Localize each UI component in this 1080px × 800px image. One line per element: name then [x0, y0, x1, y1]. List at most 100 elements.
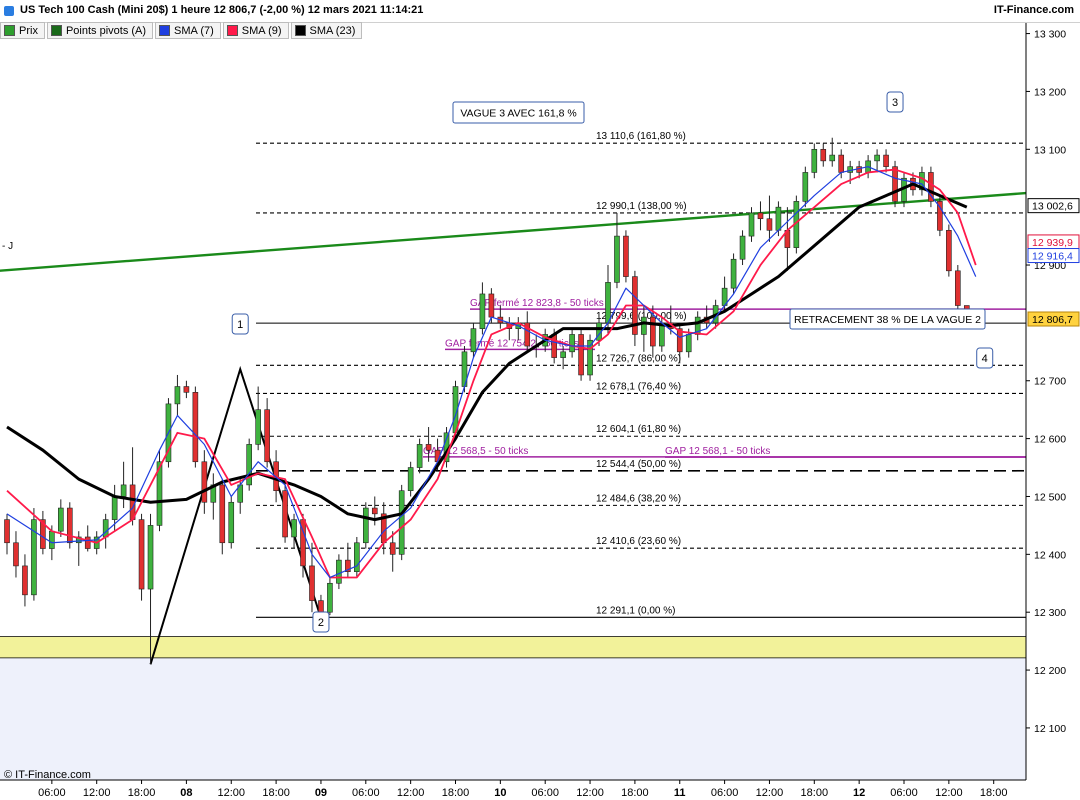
candle-down: [282, 490, 288, 538]
x-tick-label: 18:00: [621, 787, 649, 799]
x-tick-label: 11: [674, 787, 686, 799]
legend-item-pivot-points[interactable]: Points pivots (A): [46, 22, 154, 39]
wave-label: 4: [982, 353, 988, 365]
candle-down: [883, 154, 889, 167]
price-tag-label: 12 806,7: [1032, 314, 1073, 326]
legend-swatch-icon: [226, 25, 238, 36]
candle-down: [892, 166, 898, 202]
x-tick-label: 06:00: [890, 787, 918, 799]
candle-up: [479, 293, 486, 329]
y-tick-label: 12 100: [1034, 723, 1066, 735]
candle-up: [58, 507, 64, 532]
y-tick-label: 12 200: [1034, 665, 1066, 677]
fib-level-label: 12 484,6 (38,20 %): [596, 493, 681, 504]
x-tick-label: 12:00: [83, 787, 111, 799]
legend-item-sma-7[interactable]: SMA (7): [155, 22, 221, 39]
candle-down: [488, 293, 495, 318]
candle-up: [605, 282, 611, 324]
x-tick-label: 18:00: [801, 787, 829, 799]
annotation-wave-3: VAGUE 3 AVEC 161,8 %: [460, 108, 576, 120]
candle-down: [623, 235, 629, 277]
candle-up: [748, 212, 755, 237]
candle-up: [354, 542, 360, 572]
candle-down: [578, 334, 584, 376]
fib-level-label: 12 604,1 (61,80 %): [596, 424, 681, 435]
candle-up: [102, 519, 109, 538]
price-chart[interactable]: 13 110,6 (161,80 %) 12 990,1 (138,00 %) 12…: [0, 0, 1080, 800]
candle-down: [138, 519, 145, 590]
candle-up: [327, 582, 333, 613]
copyright-label: © IT-Finance.com: [4, 769, 91, 781]
x-tick-label: 08: [180, 787, 192, 799]
legend-swatch-icon: [50, 25, 62, 36]
y-tick-label: 12 300: [1034, 607, 1066, 619]
candle-down: [838, 154, 845, 173]
candle-up: [255, 409, 261, 445]
wave-label: 1: [237, 319, 243, 331]
x-tick-label: 12:00: [935, 787, 963, 799]
candle-up: [336, 559, 342, 584]
candle-up: [560, 351, 566, 358]
legend-item-sma-23[interactable]: SMA (23): [290, 22, 363, 39]
chart-header: US Tech 100 Cash (Mini 20$) 1 heure 12 8…: [0, 0, 1080, 23]
candle-down: [192, 392, 199, 463]
x-tick-label: 18:00: [442, 787, 470, 799]
chart-title: US Tech 100 Cash (Mini 20$) 1 heure 12 8…: [20, 4, 424, 16]
candle-down: [66, 507, 73, 544]
candle-up: [614, 235, 620, 283]
price-tag-label: 12 939,9: [1032, 237, 1073, 249]
candle-down: [650, 316, 656, 347]
candle-down: [551, 334, 557, 358]
legend-swatch-icon: [294, 25, 306, 36]
candle-down: [371, 507, 378, 515]
legend-item-price[interactable]: Prix: [0, 22, 45, 39]
candle-down: [201, 461, 208, 503]
fib-level-label: 12 291,1 (0,00 %): [596, 605, 676, 616]
lower-shade: [0, 657, 1026, 780]
x-tick-label: 18:00: [128, 787, 156, 799]
candle-down: [13, 542, 19, 567]
left-marker: - J: [2, 241, 13, 252]
candle-up: [569, 334, 575, 353]
fib-level-label: 13 110,6 (161,80 %): [596, 131, 686, 142]
x-tick-label: 06:00: [352, 787, 380, 799]
chart-window: 13 110,6 (161,80 %) 12 990,1 (138,00 %) 12…: [0, 0, 1080, 800]
candle-up: [111, 496, 118, 520]
candle-up: [174, 386, 181, 405]
candle-up: [416, 444, 423, 468]
candle-down: [766, 218, 773, 231]
x-tick-label: 12:00: [756, 787, 784, 799]
y-tick-label: 12 600: [1034, 434, 1066, 446]
y-tick-label: 12 500: [1034, 491, 1066, 503]
flag-icon: [4, 6, 14, 16]
candle-up: [362, 507, 369, 544]
x-tick-label: 09: [315, 787, 327, 799]
price-tag-label: 13 002,6: [1032, 201, 1073, 213]
candle-down: [820, 148, 827, 162]
candle-down: [219, 484, 226, 544]
annotation-retracement: RETRACEMENT 38 % DE LA VAGUE 2: [794, 314, 981, 326]
candle-up: [49, 530, 55, 549]
legend-swatch-icon: [4, 25, 15, 36]
indicator-legend: Prix Points pivots (A) SMA (7) SMA (9) S…: [0, 22, 364, 39]
y-tick-label: 13 200: [1034, 86, 1066, 98]
x-tick-label: 12:00: [576, 787, 604, 799]
candle-down: [4, 519, 10, 544]
fib-level-label: 12 990,1 (138,00 %): [596, 201, 687, 212]
legend-item-sma-9[interactable]: SMA (9): [222, 22, 289, 39]
candle-down: [183, 386, 190, 393]
y-tick-label: 12 400: [1034, 549, 1066, 561]
candle-down: [318, 600, 324, 613]
candle-up: [470, 328, 477, 353]
x-tick-label: 12:00: [397, 787, 425, 799]
candle-up: [775, 206, 782, 231]
wave-label: 3: [892, 97, 898, 109]
candle-down: [309, 565, 315, 601]
candle-up: [730, 258, 737, 289]
fib-level-label: 12 544,4 (50,00 %): [596, 459, 681, 470]
candle-down: [84, 536, 91, 549]
fib-level-label: 12 678,1 (76,40 %): [596, 381, 681, 392]
price-tag-label: 12 916,4: [1032, 251, 1073, 263]
candle-up: [811, 148, 818, 173]
fib-level-label: 12 410,6 (23,60 %): [596, 536, 681, 547]
